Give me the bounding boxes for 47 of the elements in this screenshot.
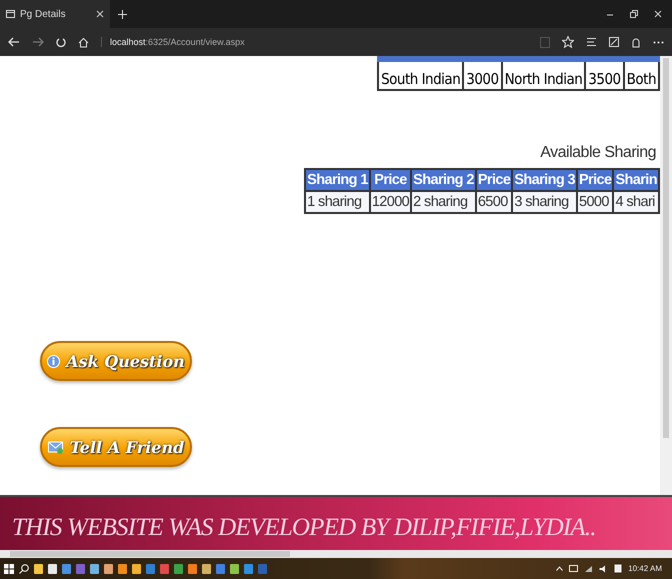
table-cell: 2 sharing	[411, 191, 476, 213]
table-cell: 4 shari	[613, 191, 659, 213]
tab-page-icon	[6, 10, 15, 18]
table-cell: 5000	[576, 191, 614, 213]
table-cell: 6500	[476, 191, 512, 213]
envelope-icon	[48, 440, 64, 454]
scrollbar-thumb[interactable]	[10, 551, 290, 557]
table-cell: Both	[624, 59, 659, 90]
footer-text: THIS WEBSITE WAS DEVELOPED BY DILIP,FIFIE,LYDIA..	[12, 514, 596, 542]
address-bar[interactable]: localhost:6325/Account/view.aspx	[101, 37, 245, 47]
refresh-icon[interactable]	[56, 36, 66, 48]
table-cell: 3000	[463, 59, 502, 90]
column-header: Sharing 1	[305, 169, 370, 191]
clock[interactable]: 10:42 AM	[628, 564, 662, 573]
windows-start-icon[interactable]	[4, 564, 14, 574]
hub-icon[interactable]	[586, 37, 597, 47]
table-cell: 12000	[370, 191, 412, 213]
column-header: Price	[370, 169, 412, 191]
search-icon[interactable]	[19, 564, 29, 574]
more-icon[interactable]	[653, 40, 664, 44]
table-cell: North Indian	[502, 59, 586, 90]
back-icon[interactable]	[8, 37, 20, 47]
table-cell: 1 sharing	[305, 191, 370, 213]
close-icon[interactable]	[654, 10, 662, 18]
column-header: Price	[476, 169, 512, 191]
column-header: Sharing 3	[512, 169, 577, 191]
info-icon	[47, 354, 60, 368]
chevron-up-icon[interactable]	[556, 566, 564, 571]
column-header: Price	[576, 169, 614, 191]
browser-tab[interactable]: Pg Details	[0, 0, 110, 28]
close-icon[interactable]	[96, 10, 104, 18]
table-cell: South Indian	[378, 59, 464, 90]
battery-icon[interactable]	[569, 565, 578, 572]
table-cell: 3500	[585, 59, 624, 90]
star-icon[interactable]	[562, 36, 574, 48]
home-icon[interactable]	[78, 36, 89, 48]
column-header: Sharing 2	[411, 169, 476, 191]
notification-icon[interactable]	[614, 564, 622, 573]
restore-icon[interactable]	[630, 10, 638, 18]
forward-icon[interactable]	[32, 37, 44, 47]
share-icon[interactable]	[631, 36, 641, 48]
section-heading: Available Sharing	[540, 144, 656, 162]
note-icon[interactable]	[609, 37, 619, 47]
new-tab-icon[interactable]	[118, 10, 127, 18]
wifi-icon[interactable]	[584, 564, 594, 572]
column-header: Sharin	[613, 169, 659, 191]
table-cell: 3 sharing	[512, 191, 577, 213]
